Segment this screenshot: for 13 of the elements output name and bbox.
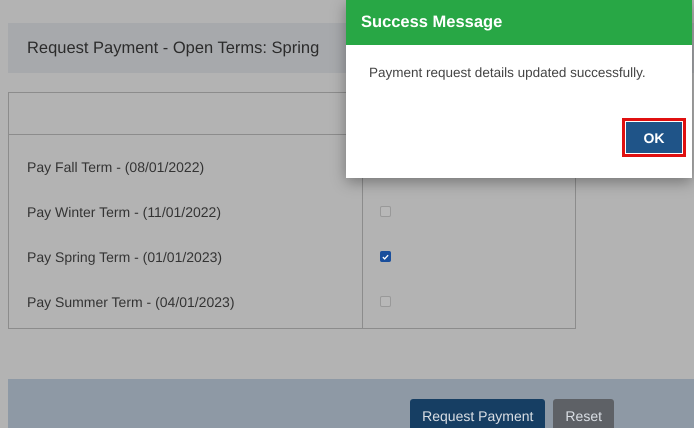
reset-button[interactable]: Reset xyxy=(553,399,614,428)
term-label: Pay Winter Term - (11/01/2022) xyxy=(27,204,222,220)
term-label: Pay Fall Term - (08/01/2022) xyxy=(27,158,204,174)
checkbox[interactable] xyxy=(380,206,391,217)
request-payment-button[interactable]: Request Payment xyxy=(410,399,546,428)
ok-button[interactable]: OK xyxy=(626,122,682,153)
term-label: Pay Summer Term - (04/01/2023) xyxy=(27,294,234,310)
term-label: Pay Spring Term - (01/01/2023) xyxy=(27,248,222,264)
checkbox[interactable] xyxy=(380,296,391,307)
dialog-message: Payment request details updated successfully. xyxy=(368,64,647,80)
checkbox[interactable] xyxy=(380,251,391,262)
dialog-title: Success Message xyxy=(361,13,502,32)
panel-title: Request Payment - Open Terms: Spring xyxy=(27,38,320,58)
